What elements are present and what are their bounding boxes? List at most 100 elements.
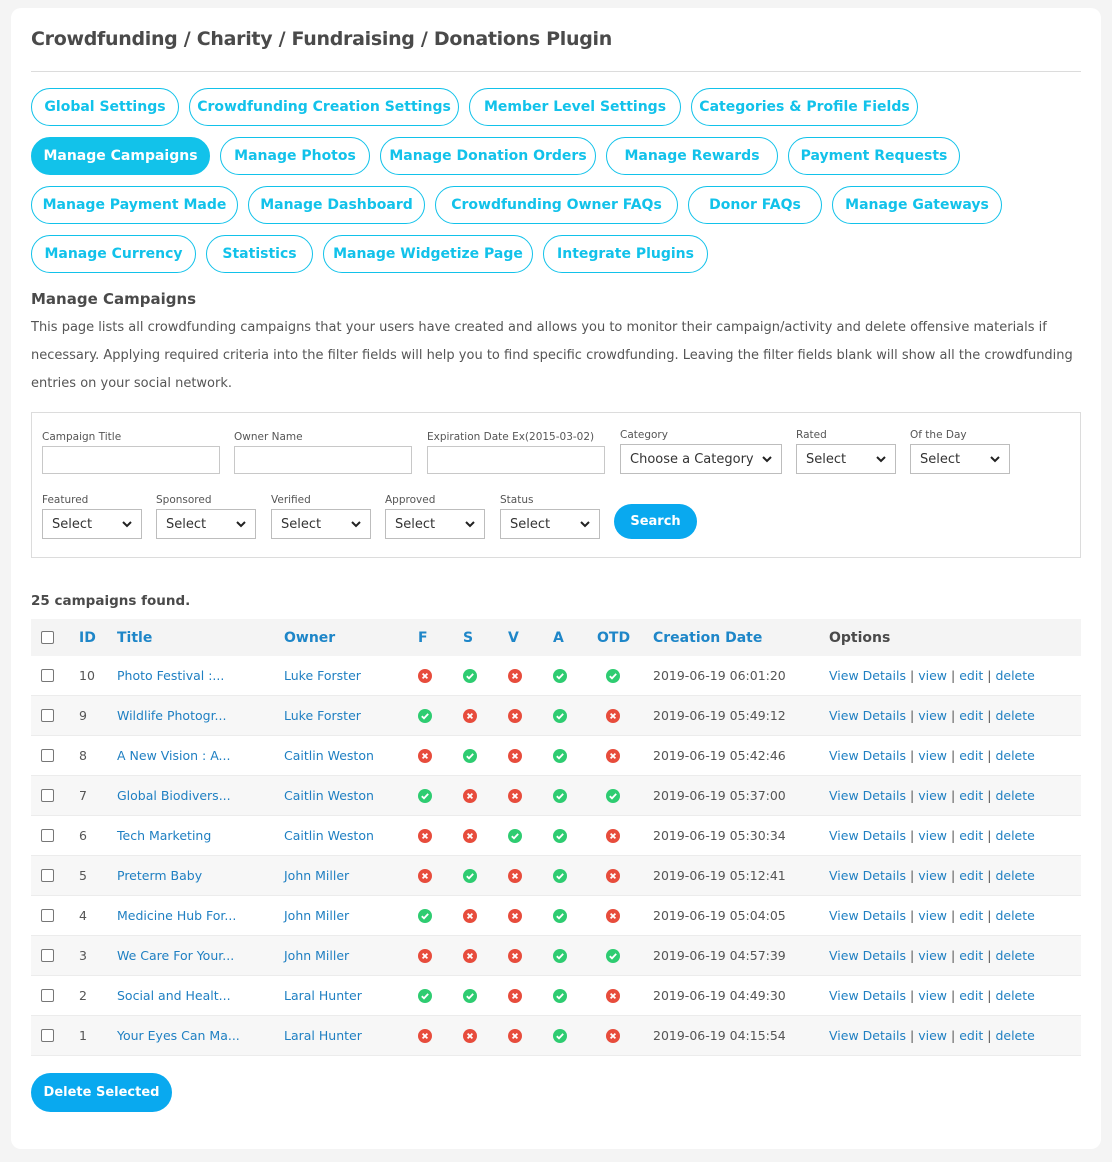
edit-link[interactable]: edit: [959, 748, 983, 763]
row-s-status[interactable]: [463, 656, 477, 695]
row-s-status[interactable]: [463, 776, 477, 815]
row-f-status[interactable]: [418, 1016, 432, 1055]
delete-link[interactable]: delete: [995, 988, 1034, 1003]
row-otd-status[interactable]: [606, 736, 620, 775]
row-v-status[interactable]: [508, 976, 522, 1015]
row-owner-link[interactable]: Caitlin Weston: [284, 816, 374, 855]
row-checkbox[interactable]: [41, 949, 54, 962]
row-a-status[interactable]: [553, 856, 567, 895]
row-title-link[interactable]: Photo Festival :...: [117, 656, 224, 695]
edit-link[interactable]: edit: [959, 708, 983, 723]
col-title[interactable]: Title: [117, 619, 152, 656]
row-checkbox[interactable]: [41, 829, 54, 842]
view-details-link[interactable]: View Details: [829, 828, 906, 843]
edit-link[interactable]: edit: [959, 948, 983, 963]
view-link[interactable]: view: [918, 1028, 947, 1043]
featured-select[interactable]: Select: [42, 509, 142, 539]
nav-tab-integrate-plugins[interactable]: Integrate Plugins: [543, 235, 708, 273]
row-s-status[interactable]: [463, 856, 477, 895]
col-featured[interactable]: F: [418, 619, 428, 656]
row-otd-status[interactable]: [606, 896, 620, 935]
delete-link[interactable]: delete: [995, 828, 1034, 843]
owner-name-input[interactable]: [234, 446, 412, 474]
row-title-link[interactable]: Wildlife Photogr...: [117, 696, 226, 735]
view-link[interactable]: view: [918, 668, 947, 683]
nav-tab-manage-gateways[interactable]: Manage Gateways: [832, 186, 1002, 224]
row-a-status[interactable]: [553, 896, 567, 935]
row-checkbox[interactable]: [41, 749, 54, 762]
row-otd-status[interactable]: [606, 776, 620, 815]
view-details-link[interactable]: View Details: [829, 868, 906, 883]
delete-link[interactable]: delete: [995, 868, 1034, 883]
select-all-checkbox[interactable]: [41, 631, 54, 644]
col-creation-date[interactable]: Creation Date: [653, 619, 762, 656]
row-checkbox[interactable]: [41, 669, 54, 682]
row-owner-link[interactable]: Caitlin Weston: [284, 736, 374, 775]
row-f-status[interactable]: [418, 816, 432, 855]
delete-link[interactable]: delete: [995, 668, 1034, 683]
nav-tab-manage-widgetize-page[interactable]: Manage Widgetize Page: [323, 235, 533, 273]
row-owner-link[interactable]: Luke Forster: [284, 696, 361, 735]
row-owner-link[interactable]: Luke Forster: [284, 656, 361, 695]
row-checkbox[interactable]: [41, 869, 54, 882]
delete-link[interactable]: delete: [995, 788, 1034, 803]
row-f-status[interactable]: [418, 896, 432, 935]
row-v-status[interactable]: [508, 696, 522, 735]
col-owner[interactable]: Owner: [284, 619, 335, 656]
row-otd-status[interactable]: [606, 976, 620, 1015]
row-otd-status[interactable]: [606, 856, 620, 895]
search-button[interactable]: Search: [614, 504, 697, 539]
row-a-status[interactable]: [553, 976, 567, 1015]
row-owner-link[interactable]: John Miller: [284, 936, 349, 975]
row-title-link[interactable]: We Care For Your...: [117, 936, 234, 975]
row-owner-link[interactable]: Caitlin Weston: [284, 776, 374, 815]
edit-link[interactable]: edit: [959, 908, 983, 923]
row-a-status[interactable]: [553, 936, 567, 975]
row-f-status[interactable]: [418, 856, 432, 895]
view-details-link[interactable]: View Details: [829, 908, 906, 923]
col-sponsored[interactable]: S: [463, 619, 473, 656]
edit-link[interactable]: edit: [959, 828, 983, 843]
nav-tab-crowdfunding-creation-settings[interactable]: Crowdfunding Creation Settings: [189, 88, 459, 126]
row-f-status[interactable]: [418, 736, 432, 775]
row-v-status[interactable]: [508, 816, 522, 855]
row-v-status[interactable]: [508, 896, 522, 935]
col-verified[interactable]: V: [508, 619, 519, 656]
row-title-link[interactable]: Preterm Baby: [117, 856, 202, 895]
row-checkbox[interactable]: [41, 709, 54, 722]
view-link[interactable]: view: [918, 988, 947, 1003]
row-f-status[interactable]: [418, 776, 432, 815]
row-title-link[interactable]: Tech Marketing: [117, 816, 211, 855]
view-link[interactable]: view: [918, 708, 947, 723]
row-a-status[interactable]: [553, 776, 567, 815]
nav-tab-statistics[interactable]: Statistics: [206, 235, 313, 273]
nav-tab-donor-faqs[interactable]: Donor FAQs: [688, 186, 822, 224]
category-select[interactable]: Choose a Category: [620, 444, 782, 474]
campaign-title-input[interactable]: [42, 446, 220, 474]
expiration-date-input[interactable]: [427, 446, 605, 474]
verified-select[interactable]: Select: [271, 509, 371, 539]
row-title-link[interactable]: A New Vision : A...: [117, 736, 230, 775]
rated-select[interactable]: Select: [796, 444, 896, 474]
row-f-status[interactable]: [418, 656, 432, 695]
view-details-link[interactable]: View Details: [829, 988, 906, 1003]
row-f-status[interactable]: [418, 976, 432, 1015]
nav-tab-manage-rewards[interactable]: Manage Rewards: [606, 137, 778, 175]
row-checkbox[interactable]: [41, 909, 54, 922]
delete-link[interactable]: delete: [995, 748, 1034, 763]
view-details-link[interactable]: View Details: [829, 788, 906, 803]
view-link[interactable]: view: [918, 948, 947, 963]
view-details-link[interactable]: View Details: [829, 708, 906, 723]
row-a-status[interactable]: [553, 736, 567, 775]
row-a-status[interactable]: [553, 816, 567, 855]
nav-tab-payment-requests[interactable]: Payment Requests: [788, 137, 960, 175]
approved-select[interactable]: Select: [385, 509, 485, 539]
sponsored-select[interactable]: Select: [156, 509, 256, 539]
nav-tab-manage-payment-made[interactable]: Manage Payment Made: [31, 186, 238, 224]
col-approved[interactable]: A: [553, 619, 564, 656]
delete-selected-button[interactable]: Delete Selected: [31, 1073, 172, 1112]
row-v-status[interactable]: [508, 776, 522, 815]
nav-tab-manage-dashboard[interactable]: Manage Dashboard: [248, 186, 425, 224]
row-s-status[interactable]: [463, 976, 477, 1015]
row-title-link[interactable]: Medicine Hub For...: [117, 896, 236, 935]
